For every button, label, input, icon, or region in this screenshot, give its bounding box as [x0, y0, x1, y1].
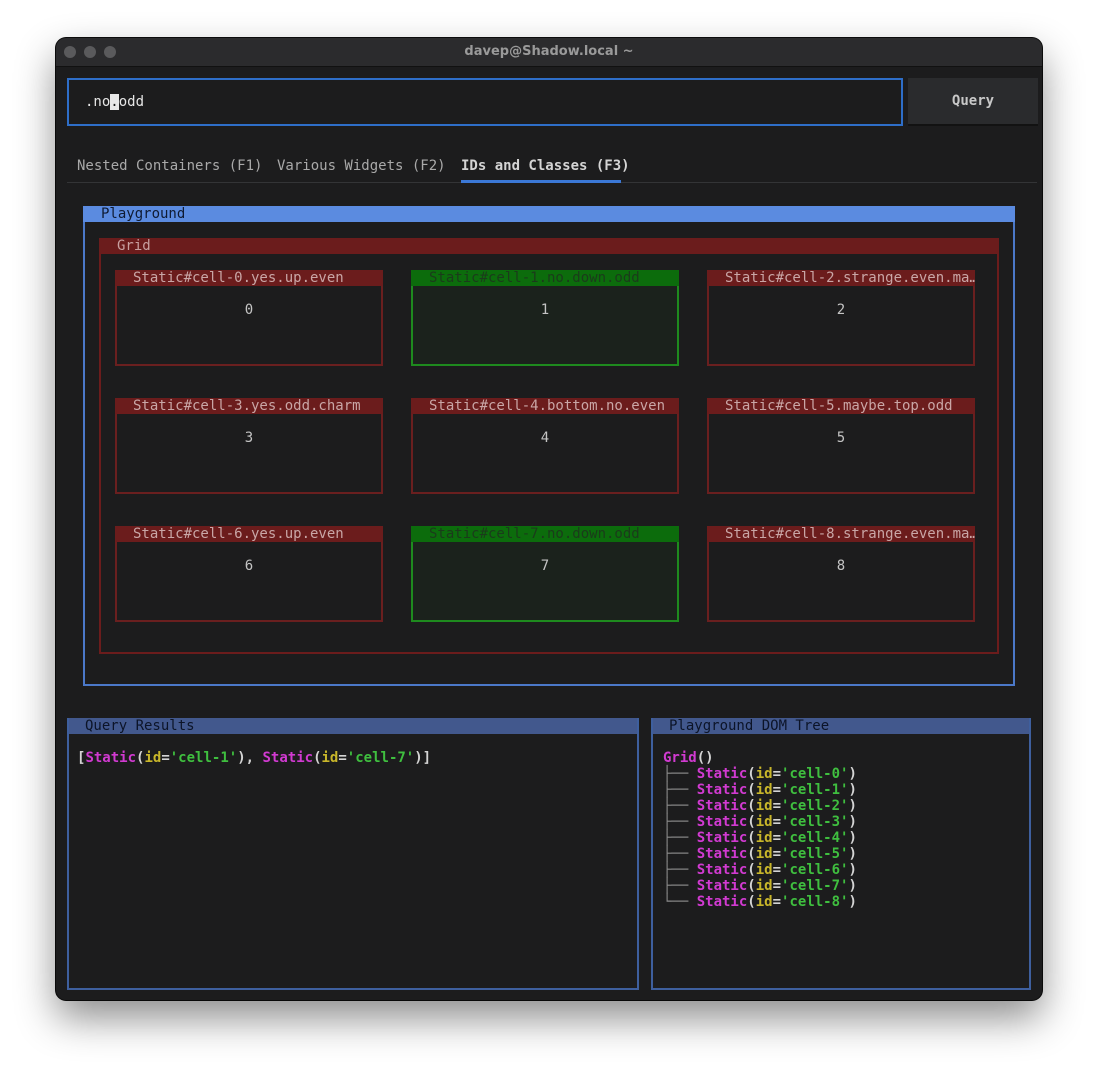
grid-cell-2: Static#cell-2.strange.even.ma… 2 [707, 270, 975, 366]
cell-value: 0 [244, 302, 254, 318]
tree-node[interactable]: └── Static(id='cell-8') [663, 894, 857, 910]
cell-value: 4 [540, 430, 550, 446]
result-type: Static [262, 750, 314, 766]
cell-value: 6 [244, 558, 254, 574]
cell-title: Static#cell-3.yes.odd.charm [115, 398, 383, 414]
tree-node[interactable]: ├── Static(id='cell-4') [663, 830, 857, 846]
window-title: davep@Shadow.local ~ [464, 44, 634, 59]
playground-title: Playground [83, 206, 1015, 222]
cell-title: Static#cell-7.no.down.odd [411, 526, 679, 542]
query-text-before: .no [85, 94, 111, 110]
grid-cell-4: Static#cell-4.bottom.no.even 4 [411, 398, 679, 494]
cell-title: Static#cell-1.no.down.odd [411, 270, 679, 286]
grid-cell-7: Static#cell-7.no.down.odd 7 [411, 526, 679, 622]
active-tab-indicator [461, 180, 621, 183]
text-cursor: . [110, 94, 119, 110]
query-text-after: odd [118, 94, 145, 110]
tab-ids-and-classes[interactable]: IDs and Classes (F3) [461, 158, 630, 180]
tree-node[interactable]: ├── Static(id='cell-5') [663, 846, 857, 862]
cell-value: 1 [540, 302, 550, 318]
cell-title: Static#cell-0.yes.up.even [115, 270, 383, 286]
tree-node[interactable]: ├── Static(id='cell-6') [663, 862, 857, 878]
cell-title: Static#cell-2.strange.even.ma… [707, 270, 975, 286]
result-value: 'cell-1' [169, 750, 238, 766]
tree-node[interactable]: ├── Static(id='cell-2') [663, 798, 857, 814]
tab-nested-containers[interactable]: Nested Containers (F1) [77, 158, 262, 180]
query-button[interactable]: Query [908, 78, 1038, 126]
cell-title: Static#cell-5.maybe.top.odd [707, 398, 975, 414]
title-bar: davep@Shadow.local ~ [56, 38, 1042, 67]
grid-title: Grid [99, 238, 999, 254]
cell-value: 5 [836, 430, 846, 446]
tree-node[interactable]: ├── Static(id='cell-3') [663, 814, 857, 830]
cell-value: 7 [540, 558, 550, 574]
result-attr: id [321, 750, 339, 766]
grid-cell-1: Static#cell-1.no.down.odd 1 [411, 270, 679, 366]
tab-various-widgets[interactable]: Various Widgets (F2) [277, 158, 446, 180]
dom-tree-panel[interactable]: Playground DOM Tree Grid() ├── Static(id… [651, 718, 1031, 990]
cell-value: 3 [244, 430, 254, 446]
cell-value: 8 [836, 558, 846, 574]
terminal-window: davep@Shadow.local ~ .no.odd Query Neste… [56, 38, 1042, 1000]
cell-title: Static#cell-6.yes.up.even [115, 526, 383, 542]
query-input[interactable]: .no.odd [67, 78, 903, 126]
grid-cell-6: Static#cell-6.yes.up.even 6 [115, 526, 383, 622]
cell-title: Static#cell-4.bottom.no.even [411, 398, 679, 414]
tree-node[interactable]: ├── Static(id='cell-7') [663, 878, 857, 894]
tree-root[interactable]: Grid() [663, 750, 714, 766]
query-results-output: [Static(id='cell-1'), Static(id='cell-7'… [77, 750, 432, 766]
query-results-title: Query Results [69, 718, 637, 734]
grid-cell-8: Static#cell-8.strange.even.ma… 8 [707, 526, 975, 622]
cell-value: 2 [836, 302, 846, 318]
cell-title: Static#cell-8.strange.even.ma… [707, 526, 975, 542]
query-results-panel[interactable]: Query Results [Static(id='cell-1'), Stat… [67, 718, 639, 990]
tree-node[interactable]: ├── Static(id='cell-0') [663, 766, 857, 782]
grid-cell-5: Static#cell-5.maybe.top.odd 5 [707, 398, 975, 494]
tree-node[interactable]: ├── Static(id='cell-1') [663, 782, 857, 798]
result-value: 'cell-7' [346, 750, 415, 766]
result-type: Static [85, 750, 137, 766]
result-attr: id [144, 750, 162, 766]
grid-cell-0: Static#cell-0.yes.up.even 0 [115, 270, 383, 366]
grid-cell-3: Static#cell-3.yes.odd.charm 3 [115, 398, 383, 494]
dom-tree-title: Playground DOM Tree [653, 718, 1029, 734]
